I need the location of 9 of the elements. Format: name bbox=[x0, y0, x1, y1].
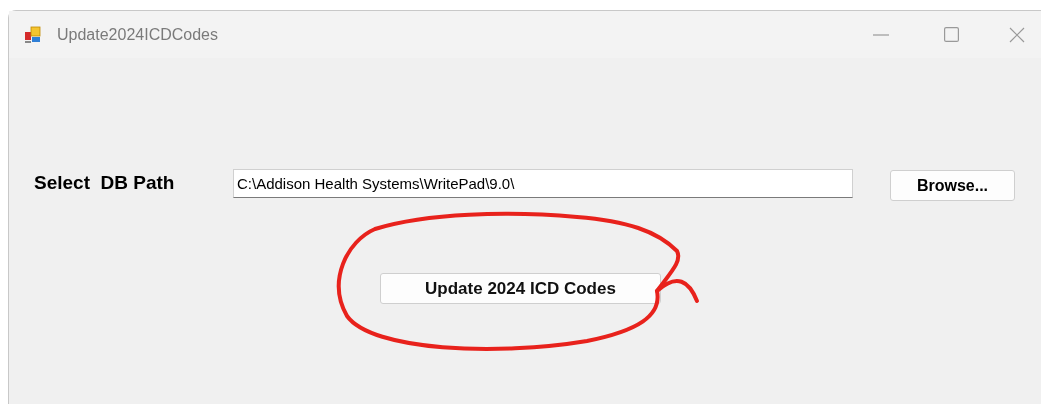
app-icon bbox=[24, 25, 42, 44]
browse-button[interactable]: Browse... bbox=[890, 170, 1015, 201]
window-title: Update2024ICDCodes bbox=[57, 24, 218, 45]
db-path-field[interactable]: C:\Addison Health Systems\WritePad\9.0\ bbox=[233, 169, 853, 198]
minimize-icon bbox=[873, 33, 889, 36]
db-path-label: Select DB Path bbox=[34, 171, 176, 196]
update-codes-button[interactable]: Update 2024 ICD Codes bbox=[380, 273, 661, 304]
maximize-icon bbox=[943, 27, 959, 42]
close-icon bbox=[1009, 26, 1025, 43]
